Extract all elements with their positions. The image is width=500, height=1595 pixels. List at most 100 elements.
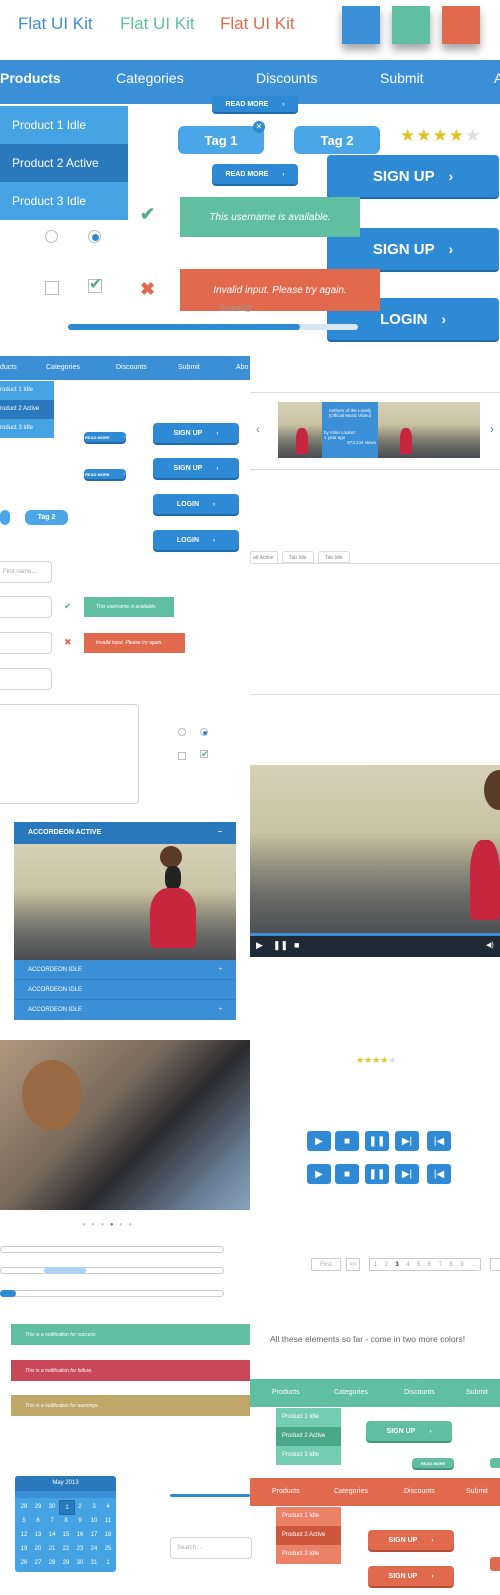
orange-signup-button[interactable]: SIGN UP › bbox=[368, 1566, 454, 1586]
first-name-input[interactable]: First name... bbox=[0, 561, 52, 583]
small-nav-products[interactable]: ducts bbox=[0, 364, 17, 371]
calendar-day[interactable]: 29 bbox=[31, 1500, 45, 1513]
invalid-input[interactable] bbox=[0, 632, 52, 654]
radio-unchecked[interactable] bbox=[45, 230, 58, 243]
slider-track-right[interactable] bbox=[170, 1494, 250, 1497]
pagination-next[interactable] bbox=[490, 1258, 500, 1271]
green-nav-submit[interactable]: Submit bbox=[466, 1389, 488, 1396]
calendar-day[interactable]: 30 bbox=[45, 1500, 59, 1513]
calendar-day[interactable]: 10 bbox=[87, 1514, 101, 1527]
small-nav-about[interactable]: Abo bbox=[236, 364, 248, 371]
slider-track[interactable] bbox=[0, 1246, 224, 1253]
small-tag-2[interactable]: Tag 2 bbox=[25, 510, 68, 525]
stop-icon[interactable]: ■ bbox=[294, 940, 299, 950]
green-dropdown-item-3[interactable]: Product 3 Idle bbox=[276, 1446, 341, 1465]
checkbox-checked[interactable]: ✔ bbox=[88, 277, 102, 293]
small-nav-submit[interactable]: Submit bbox=[178, 364, 200, 371]
volume-icon[interactable]: ◀) bbox=[486, 941, 494, 949]
calendar-day[interactable]: 29 bbox=[59, 1556, 73, 1569]
calendar-day[interactable]: 23 bbox=[73, 1542, 87, 1555]
stop-button[interactable]: ■ bbox=[335, 1164, 359, 1184]
calendar-day[interactable]: 25 bbox=[101, 1542, 115, 1555]
calendar-day[interactable]: 30 bbox=[73, 1556, 87, 1569]
calendar-day[interactable]: 12 bbox=[17, 1528, 31, 1541]
small-nav-discounts[interactable]: Discounts bbox=[116, 364, 147, 371]
calendar-day[interactable]: 19 bbox=[17, 1542, 31, 1555]
calendar-day[interactable]: 31 bbox=[87, 1556, 101, 1569]
pause-icon[interactable]: ❚❚ bbox=[273, 940, 288, 951]
small-radio-unchecked[interactable] bbox=[178, 728, 186, 736]
green-tag[interactable] bbox=[490, 1458, 500, 1468]
carousel-caption[interactable]: Anthem of the Lonely (Official Music Vid… bbox=[322, 402, 378, 458]
accordion-item-idle[interactable]: ACCORDEON IDLE + bbox=[14, 960, 236, 980]
nav-products[interactable]: Products bbox=[0, 70, 61, 86]
calendar-day[interactable]: 2 bbox=[73, 1500, 87, 1513]
tag-1[interactable]: Tag 1 bbox=[178, 126, 264, 154]
calendar-day[interactable]: 11 bbox=[101, 1514, 115, 1527]
star-rating[interactable]: ★★★★★ bbox=[400, 126, 481, 146]
small-star-rating[interactable]: ★★★★★ bbox=[356, 1055, 396, 1066]
read-more-button[interactable]: READ MORE › bbox=[212, 164, 298, 184]
carousel-next-icon[interactable]: › bbox=[490, 422, 494, 436]
carousel-thumb[interactable] bbox=[436, 402, 480, 458]
small-nav-categories[interactable]: Categories bbox=[46, 364, 80, 371]
orange-nav-products[interactable]: Products bbox=[272, 1488, 300, 1495]
play-icon[interactable]: ▶ bbox=[256, 940, 263, 951]
small-signup-button[interactable]: SIGN UP › bbox=[153, 458, 239, 478]
calendar-day[interactable]: 1 bbox=[101, 1556, 115, 1569]
next-button[interactable]: ▶| bbox=[395, 1164, 419, 1184]
calendar-day[interactable]: 20 bbox=[31, 1542, 45, 1555]
calendar-day[interactable]: 3 bbox=[87, 1500, 101, 1513]
tab-idle[interactable]: Tab Idle bbox=[282, 551, 314, 563]
calendar-day[interactable]: 21 bbox=[45, 1542, 59, 1555]
slider-dots[interactable]: ● ● ● ● ● ● bbox=[82, 1222, 134, 1228]
calendar-day[interactable]: 28 bbox=[17, 1500, 31, 1513]
page-9[interactable]: 9 bbox=[460, 1262, 463, 1268]
nav-categories[interactable]: Categories bbox=[116, 70, 184, 86]
carousel-prev-icon[interactable]: ‹ bbox=[256, 422, 260, 436]
calendar-day[interactable]: 22 bbox=[59, 1542, 73, 1555]
small-read-more-button[interactable]: READ MORE › bbox=[84, 432, 126, 442]
green-nav-categories[interactable]: Categories bbox=[334, 1389, 368, 1396]
pagination-pages[interactable]: 1 2 3 4 5 6 7 8 9 ... bbox=[369, 1258, 481, 1271]
text-input[interactable] bbox=[0, 668, 52, 690]
tab-active[interactable]: ab Active bbox=[250, 551, 278, 564]
small-read-more-button[interactable]: READ MORE › bbox=[84, 469, 126, 479]
small-checkbox-unchecked[interactable] bbox=[178, 752, 186, 760]
pause-button[interactable]: ❚❚ bbox=[365, 1131, 389, 1151]
green-dropdown-item-2[interactable]: Product 2 Active bbox=[276, 1427, 341, 1446]
green-dropdown-item-1[interactable]: Product 1 Idle bbox=[276, 1408, 341, 1427]
small-login-button[interactable]: LOGIN › bbox=[153, 530, 239, 550]
next-button[interactable]: ▶| bbox=[395, 1131, 419, 1151]
accordion-header-active[interactable]: ACCORDEON ACTIVE − bbox=[14, 822, 236, 844]
orange-tag[interactable] bbox=[490, 1557, 500, 1571]
stop-button[interactable]: ■ bbox=[335, 1131, 359, 1151]
checkbox-unchecked[interactable] bbox=[45, 281, 59, 295]
video-progress-fill[interactable] bbox=[250, 933, 500, 936]
orange-dropdown-item-1[interactable]: Product 1 Idle bbox=[276, 1507, 341, 1526]
read-more-button[interactable]: READ MORE › bbox=[212, 96, 298, 112]
page-2[interactable]: 2 bbox=[385, 1262, 388, 1268]
range-slider-track[interactable] bbox=[0, 1267, 224, 1274]
volume-slider-fill[interactable] bbox=[0, 1290, 16, 1297]
range-slider-fill[interactable] bbox=[44, 1267, 86, 1274]
calendar-day[interactable]: 5 bbox=[17, 1514, 31, 1527]
calendar-day[interactable]: 8 bbox=[59, 1514, 73, 1527]
search-input[interactable]: Search ... bbox=[170, 1537, 252, 1559]
calendar-day[interactable]: 17 bbox=[87, 1528, 101, 1541]
volume-slider-track[interactable] bbox=[0, 1290, 224, 1297]
play-button[interactable]: ▶ bbox=[307, 1131, 331, 1151]
radio-checked[interactable] bbox=[88, 230, 101, 243]
tab-idle[interactable]: Tab Idle bbox=[318, 551, 350, 563]
accordion-item-idle[interactable]: ACCORDEON IDLE bbox=[14, 980, 236, 1000]
close-icon[interactable]: ✕ bbox=[253, 121, 265, 133]
pagination-prev[interactable]: << bbox=[346, 1258, 360, 1271]
page-4[interactable]: 4 bbox=[406, 1262, 409, 1268]
tag-2[interactable]: Tag 2 bbox=[294, 126, 380, 154]
calendar-day[interactable]: 4 bbox=[101, 1500, 115, 1513]
small-tag-1[interactable] bbox=[0, 510, 10, 525]
nav-about[interactable]: A bbox=[494, 70, 500, 86]
previous-button[interactable]: |◀ bbox=[427, 1164, 451, 1184]
video-player[interactable] bbox=[250, 765, 500, 935]
calendar-day[interactable]: 24 bbox=[87, 1542, 101, 1555]
